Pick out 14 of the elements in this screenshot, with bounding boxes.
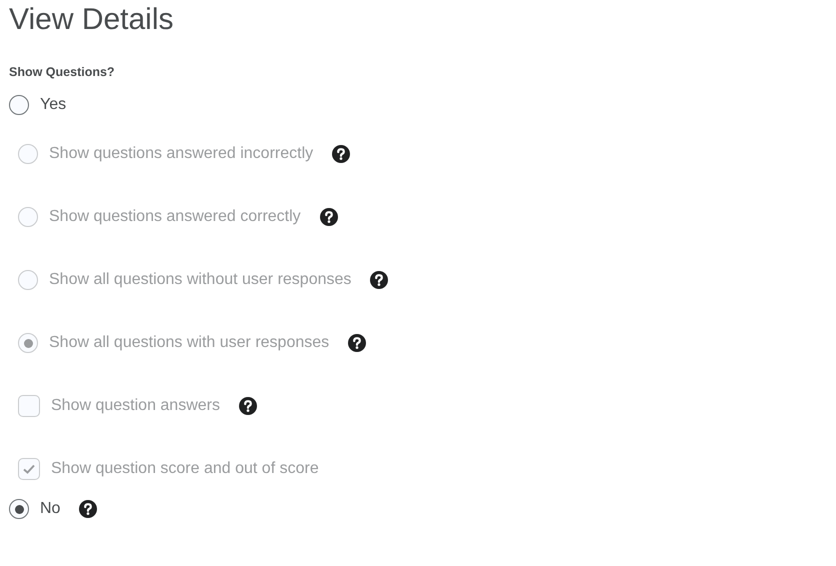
check-icon	[22, 463, 36, 475]
option-label: No	[40, 500, 60, 518]
option-label: Show question score and out of score	[51, 460, 319, 478]
option-label: Show question answers	[51, 397, 220, 415]
option-label: Show all questions without user responses	[49, 271, 352, 289]
help-icon[interactable]	[79, 500, 98, 518]
option-label: Yes	[40, 96, 66, 114]
field-label: Show Questions?	[9, 65, 115, 79]
option-label: Show all questions with user responses	[49, 334, 330, 352]
page-title: View Details	[9, 2, 175, 38]
radio-button[interactable]	[9, 95, 29, 115]
radio-button[interactable]	[9, 499, 29, 519]
option-label: Show questions answered incorrectly	[49, 145, 314, 163]
option-label: Show questions answered correctly	[49, 208, 301, 226]
